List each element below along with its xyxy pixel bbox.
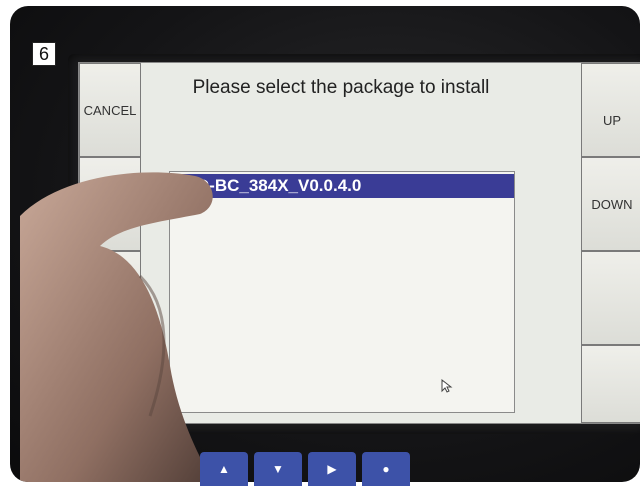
enter-dot-icon: ●	[382, 462, 390, 476]
package-label: 51D-BC_384X_V0.0.4.0	[178, 176, 362, 195]
up-button[interactable]: UP	[581, 63, 640, 157]
arrow-down-key[interactable]: ▼	[254, 452, 302, 486]
arrow-up-key[interactable]: ▲	[200, 452, 248, 486]
down-button-label: DOWN	[591, 196, 633, 212]
left-softkey-3[interactable]	[79, 251, 141, 345]
left-softkey-2[interactable]	[79, 157, 141, 251]
package-list[interactable]: 51D-BC_384X_V0.0.4.0	[169, 171, 515, 413]
hardware-keypad: ▲ ▼ ▶ ●	[200, 452, 410, 486]
right-softkey-4[interactable]	[581, 345, 640, 423]
right-softkey-3[interactable]	[581, 251, 640, 345]
arrow-right-key[interactable]: ▶	[308, 452, 356, 486]
package-list-item[interactable]: 51D-BC_384X_V0.0.4.0	[170, 174, 514, 198]
cancel-button-label: CANCEL	[83, 102, 137, 118]
enter-key[interactable]: ●	[362, 452, 410, 486]
cancel-button[interactable]: CANCEL	[79, 63, 141, 157]
step-number-badge: 6	[32, 42, 56, 66]
arrow-down-icon: ▼	[272, 462, 284, 476]
arrow-right-icon: ▶	[327, 462, 337, 476]
left-softkey-4[interactable]	[79, 345, 141, 423]
device-photo: CANCEL UP DOWN Please select the package…	[10, 6, 640, 482]
arrow-up-icon: ▲	[218, 462, 230, 476]
screen-title: Please select the package to install	[192, 77, 490, 98]
mouse-pointer-icon	[441, 379, 453, 393]
down-button[interactable]: DOWN	[581, 157, 640, 251]
up-button-label: UP	[602, 112, 622, 128]
touch-screen: CANCEL UP DOWN Please select the package…	[78, 62, 640, 424]
